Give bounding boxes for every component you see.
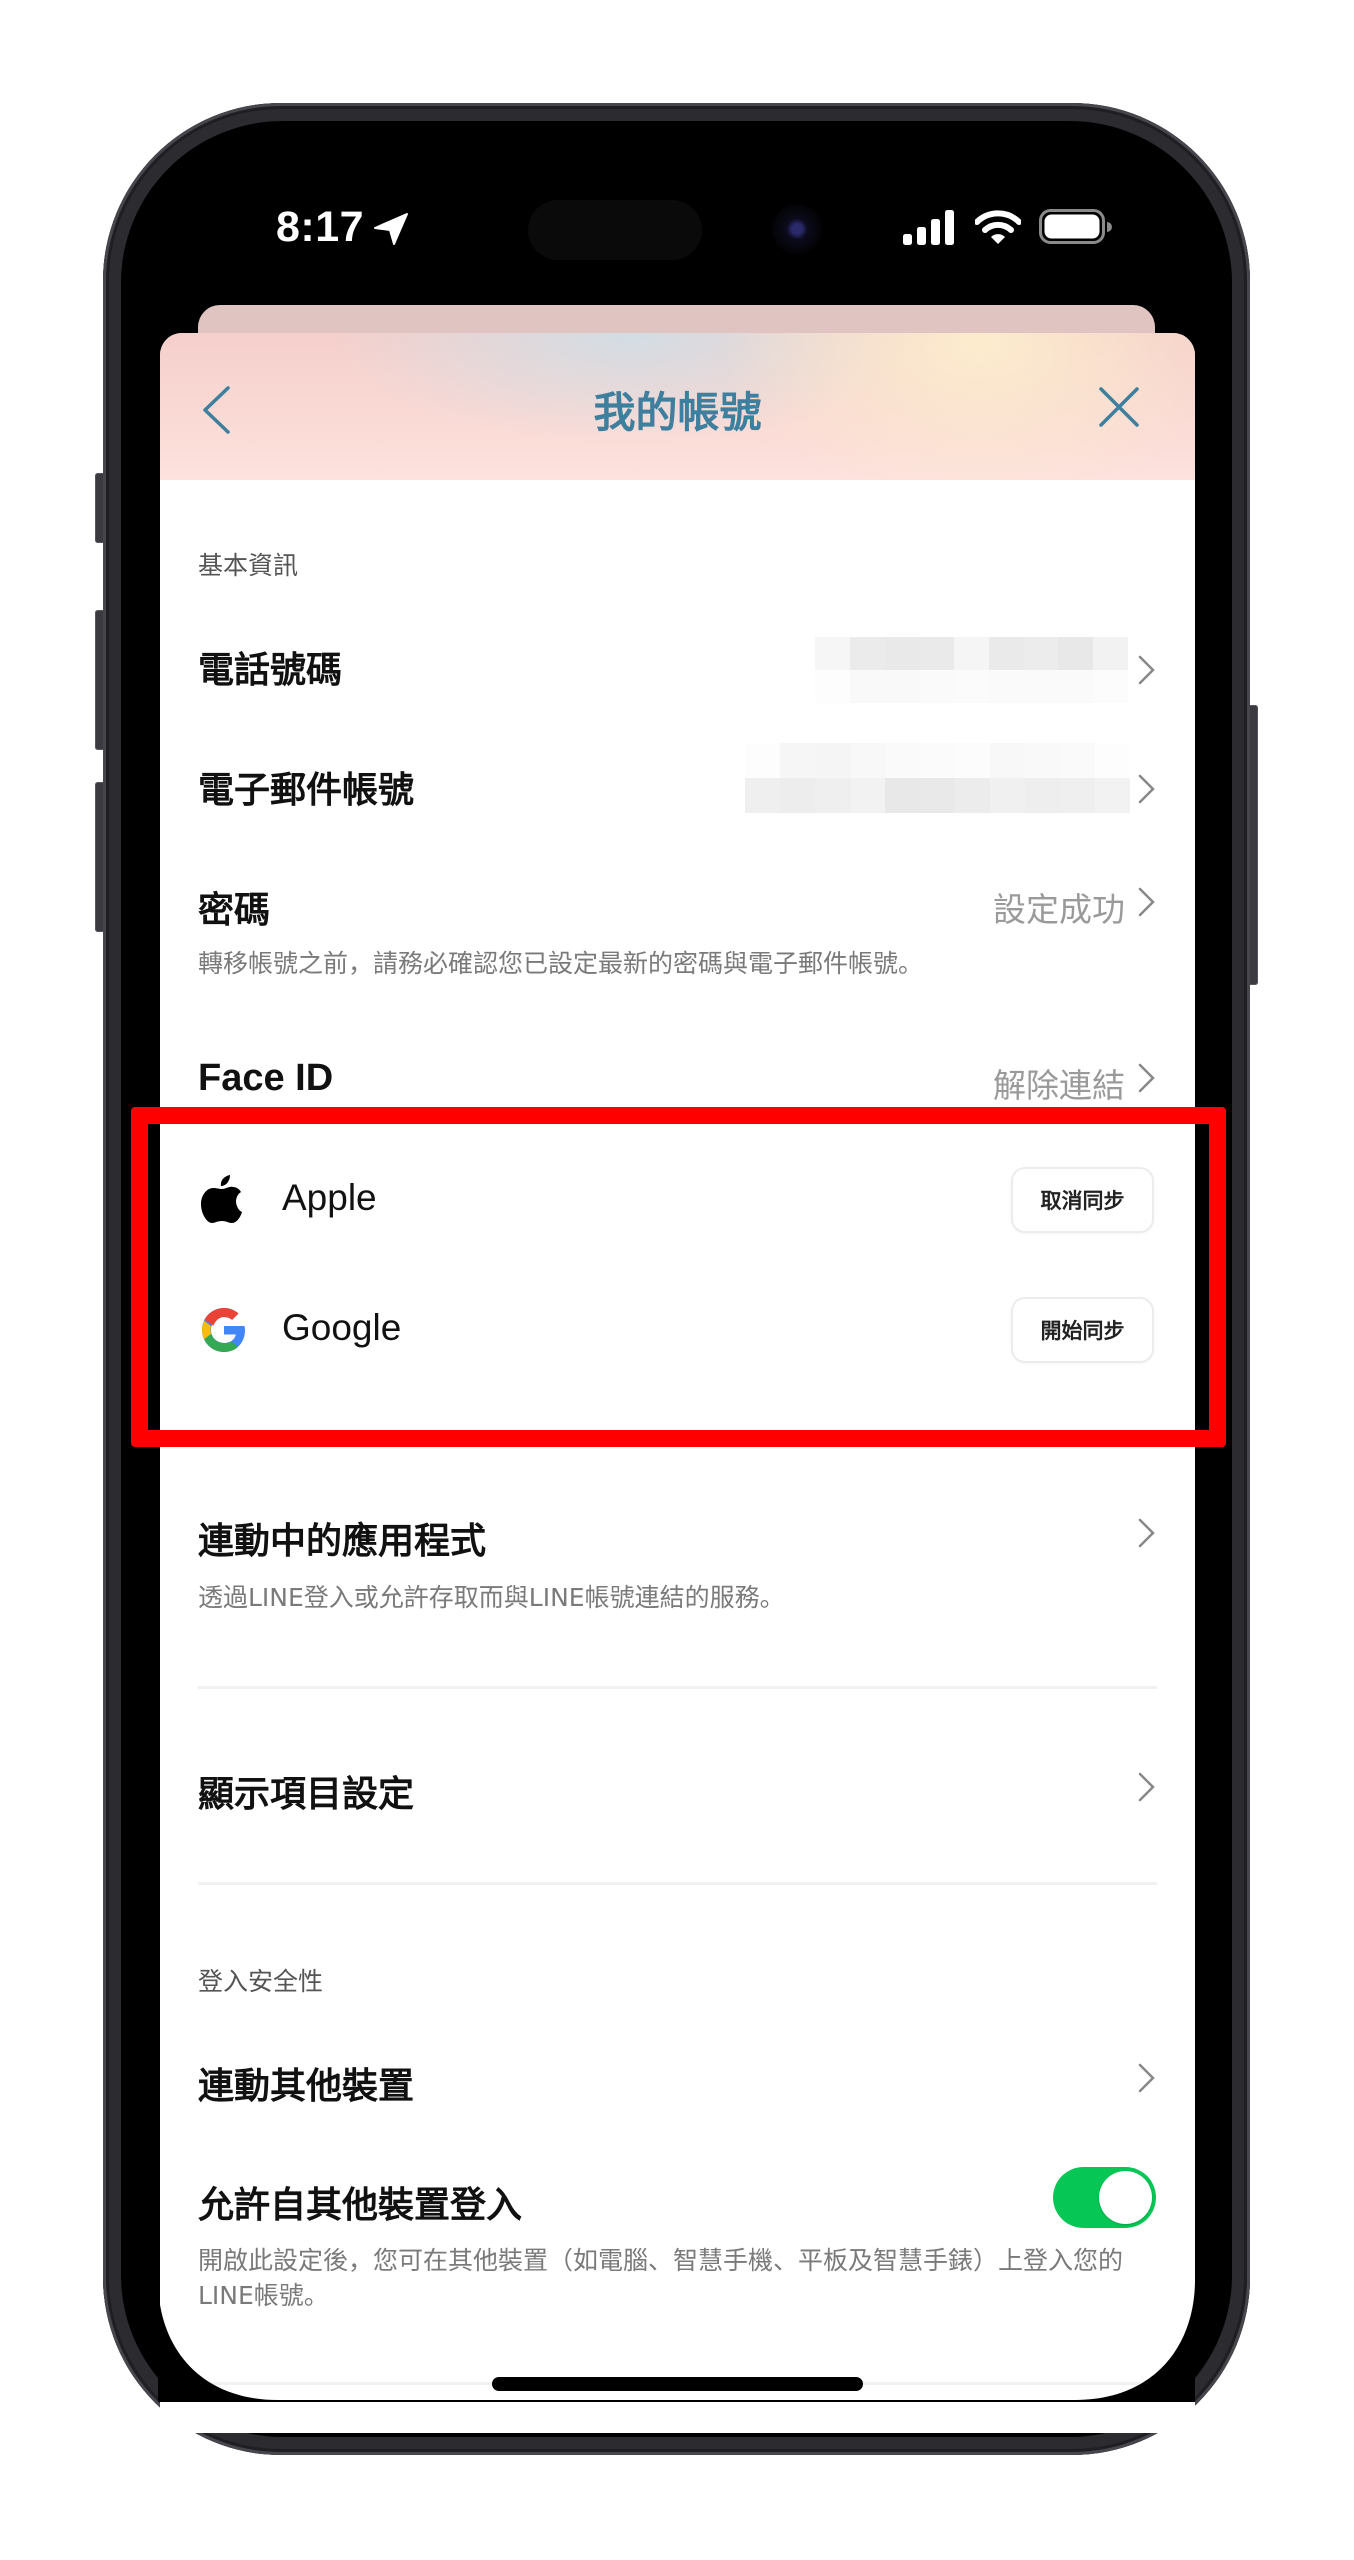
allow-other-devices-toggle[interactable] <box>1053 2167 1156 2228</box>
section-label-login-security: 登入安全性 <box>198 1967 324 1996</box>
sheet-header: 我的帳號 <box>160 333 1195 480</box>
password-status: 設定成功 <box>993 890 1125 929</box>
toggle-knob <box>1099 2171 1152 2224</box>
phone-label: 電話號碼 <box>198 650 343 691</box>
divider <box>198 1686 1157 1689</box>
chevron-right-icon <box>1138 2063 1155 2093</box>
location-arrow-icon <box>374 213 408 245</box>
email-value-redacted <box>745 743 1130 813</box>
chevron-right-icon <box>1138 1518 1155 1548</box>
face-id-status: 解除連結 <box>993 1066 1125 1105</box>
chevron-right-icon <box>1138 1063 1155 1093</box>
cellular-signal-icon <box>903 210 954 245</box>
linked-apps-note: 透過LINE登入或允許存取而與LINE帳號連結的服務。 <box>198 1583 785 1612</box>
chevron-right-icon <box>1138 655 1155 685</box>
divider <box>198 1882 1157 1885</box>
annotation-highlight-box <box>131 1107 1226 1447</box>
status-time: 8:17 <box>276 203 365 251</box>
display-settings-label: 顯示項目設定 <box>198 1774 415 1815</box>
password-label: 密碼 <box>198 890 271 931</box>
dynamic-island <box>528 200 702 260</box>
front-camera <box>772 204 822 254</box>
face-id-label: Face ID <box>198 1057 334 1099</box>
allow-other-devices-label: 允許自其他裝置登入 <box>198 2185 523 2226</box>
wifi-icon <box>975 210 1021 244</box>
password-note: 轉移帳號之前，請務必確認您已設定最新的密碼與電子郵件帳號。 <box>198 949 924 978</box>
close-button[interactable] <box>1098 386 1140 428</box>
chevron-right-icon <box>1138 774 1155 804</box>
page-title: 我的帳號 <box>593 388 762 437</box>
email-label: 電子郵件帳號 <box>198 770 415 811</box>
chevron-right-icon <box>1138 887 1155 917</box>
phone-value-redacted <box>815 637 1128 703</box>
section-label-basic-info: 基本資訊 <box>198 551 299 580</box>
home-indicator[interactable] <box>492 2377 863 2391</box>
link-devices-label: 連動其他裝置 <box>198 2066 415 2107</box>
linked-apps-label: 連動中的應用程式 <box>198 1521 487 1562</box>
chevron-right-icon <box>1138 1772 1155 1802</box>
battery-icon <box>1039 209 1112 244</box>
